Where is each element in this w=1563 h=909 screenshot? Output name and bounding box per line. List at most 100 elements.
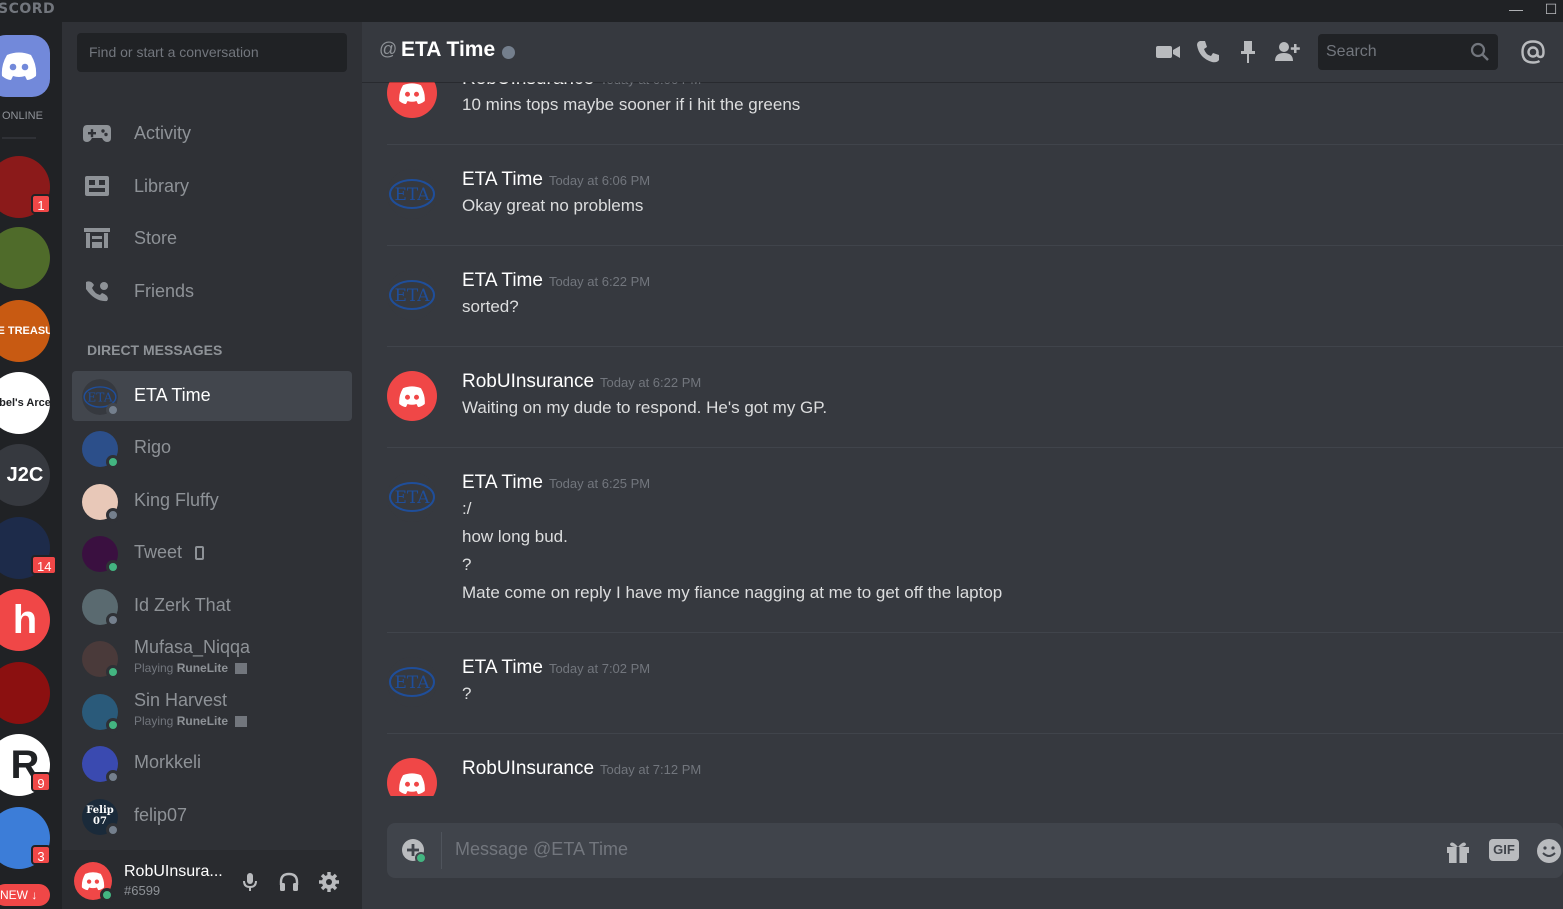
message-divider xyxy=(387,245,1563,246)
dm-name: Morkkeli xyxy=(134,752,202,772)
eta-logo-icon: ETA xyxy=(387,270,437,320)
guild-j2c[interactable]: J2C xyxy=(0,444,50,506)
message-author[interactable]: RobUInsurance xyxy=(462,758,594,779)
message-avatar[interactable] xyxy=(387,758,437,796)
message-text: 10 mins tops maybe sooner if i hit the g… xyxy=(462,95,801,114)
guild-green-scene[interactable] xyxy=(0,227,50,289)
user-tag: #6599 xyxy=(124,883,161,898)
message-divider xyxy=(387,447,1563,448)
mention-badge: 1 xyxy=(31,194,51,214)
message-text: how long bud. xyxy=(462,527,568,546)
message-avatar[interactable] xyxy=(387,82,437,118)
message-author-row: ETA Time Today at 7:02 PM xyxy=(462,657,650,679)
dm-item[interactable]: Mufasa_Niqqa Playing RuneLite xyxy=(72,633,352,683)
message-author[interactable]: RobUInsurance xyxy=(462,371,594,392)
nav-library[interactable]: Library xyxy=(72,163,352,209)
message-input[interactable]: Message @ETA Time xyxy=(455,839,628,860)
guild-text: bel's Arce xyxy=(0,397,50,409)
search-input[interactable]: Search xyxy=(1318,34,1498,70)
nav-label: Library xyxy=(134,175,190,196)
discord-logo-icon xyxy=(81,872,105,891)
nav-label: Activity xyxy=(134,122,192,143)
gif-button[interactable]: GIF xyxy=(1489,839,1519,861)
status-indicator xyxy=(106,560,120,574)
rich-presence-icon xyxy=(235,716,248,728)
dm-item[interactable]: Morkkeli xyxy=(72,738,352,788)
search-icon xyxy=(1470,42,1489,61)
message-author[interactable]: ETA Time xyxy=(462,472,543,493)
message-timestamp: Today at 6:06 PM xyxy=(548,173,651,188)
dm-name: King Fluffy xyxy=(134,490,219,510)
message-avatar[interactable]: ETA xyxy=(387,169,437,219)
dm-item[interactable]: Tweet xyxy=(72,528,352,578)
message-text: Waiting on my dude to respond. He's got … xyxy=(462,398,828,417)
headphones-icon[interactable] xyxy=(277,870,301,894)
status-indicator xyxy=(106,403,120,417)
status-indicator xyxy=(106,718,120,732)
message-author[interactable]: RobUInsurance xyxy=(462,82,594,89)
guild-red-wheel[interactable] xyxy=(0,662,50,724)
pin-icon[interactable] xyxy=(1235,39,1261,65)
guild-rune-treasure[interactable]: UNE TREASURE xyxy=(0,300,50,362)
find-conversation-input[interactable]: Find or start a conversation xyxy=(77,33,347,72)
svg-text:ETA: ETA xyxy=(394,673,430,693)
message-divider xyxy=(387,632,1563,633)
mobile-icon xyxy=(195,546,204,560)
minimize-button[interactable]: — xyxy=(1505,0,1527,22)
message-author-row: RobUInsurance Today at 7:12 PM xyxy=(462,758,701,780)
dm-name: Tweet xyxy=(134,542,183,562)
guild-text: J2C xyxy=(6,463,44,486)
message-timestamp: Today at 7:02 PM xyxy=(548,661,651,676)
library-icon xyxy=(85,176,109,196)
message-text: Mate come on reply I have my fiance nagg… xyxy=(462,583,1003,602)
dm-item[interactable]: Rigo xyxy=(72,423,352,473)
gamepad-icon xyxy=(83,125,111,142)
message-avatar[interactable]: ETA xyxy=(387,472,437,522)
message-avatar[interactable]: ETA xyxy=(387,270,437,320)
maximize-button[interactable]: ☐ xyxy=(1540,0,1562,22)
nav-label: Store xyxy=(134,227,178,248)
home-button[interactable] xyxy=(0,35,50,97)
title-bar: SCORD — ☐ xyxy=(0,0,1563,22)
voice-call-icon[interactable] xyxy=(1195,39,1221,65)
app-brand: SCORD xyxy=(0,1,56,17)
dm-item[interactable]: King Fluffy xyxy=(72,476,352,526)
dm-item[interactable]: Id Zerk That xyxy=(72,581,352,631)
message-text: ? xyxy=(462,555,472,574)
nav-store[interactable]: Store xyxy=(72,215,352,261)
message-author-row: RobUInsurance Today at 6:06 PM xyxy=(462,82,701,90)
nav-activity[interactable]: Activity xyxy=(72,110,352,156)
microphone-icon[interactable] xyxy=(238,870,262,894)
message-avatar[interactable] xyxy=(387,371,437,421)
gear-icon[interactable] xyxy=(317,870,341,894)
activity-prefix: Playing xyxy=(134,661,177,675)
guild-rebels-arcane[interactable]: bel's Arce xyxy=(0,372,50,434)
channel-title: ETA Time xyxy=(401,38,496,61)
at-symbol: @ xyxy=(379,39,398,59)
message-author[interactable]: ETA Time xyxy=(462,169,543,190)
activity-prefix: Playing xyxy=(134,714,177,728)
mentions-icon[interactable] xyxy=(1520,39,1546,65)
message-avatar[interactable]: ETA xyxy=(387,657,437,707)
user-status-online xyxy=(100,888,114,902)
dm-item[interactable]: Sin Harvest Playing RuneLite xyxy=(72,686,352,736)
new-unreads-pill[interactable]: NEW ↓ xyxy=(0,884,50,906)
guild-h[interactable]: h xyxy=(0,589,50,651)
message-author[interactable]: ETA Time xyxy=(462,657,543,678)
message-timestamp: Today at 6:22 PM xyxy=(548,274,651,289)
gift-icon[interactable] xyxy=(1444,837,1472,865)
rich-presence-icon xyxy=(235,663,248,675)
add-friend-icon[interactable] xyxy=(1274,39,1300,65)
nav-friends[interactable]: Friends xyxy=(72,268,352,314)
svg-text:ETA: ETA xyxy=(394,488,430,508)
dm-activity: Playing RuneLite xyxy=(134,661,248,675)
discord-logo-icon xyxy=(1,52,37,80)
dm-name: Rigo xyxy=(134,437,172,457)
mention-badge: 3 xyxy=(31,845,51,865)
dm-item[interactable]: ETA ETA Time xyxy=(72,371,352,421)
video-call-icon[interactable] xyxy=(1155,39,1181,65)
dm-item[interactable]: Felip 07 felip07 xyxy=(72,791,352,841)
emoji-icon[interactable] xyxy=(1535,837,1563,865)
upload-icon[interactable] xyxy=(401,838,427,864)
message-author[interactable]: ETA Time xyxy=(462,270,543,291)
